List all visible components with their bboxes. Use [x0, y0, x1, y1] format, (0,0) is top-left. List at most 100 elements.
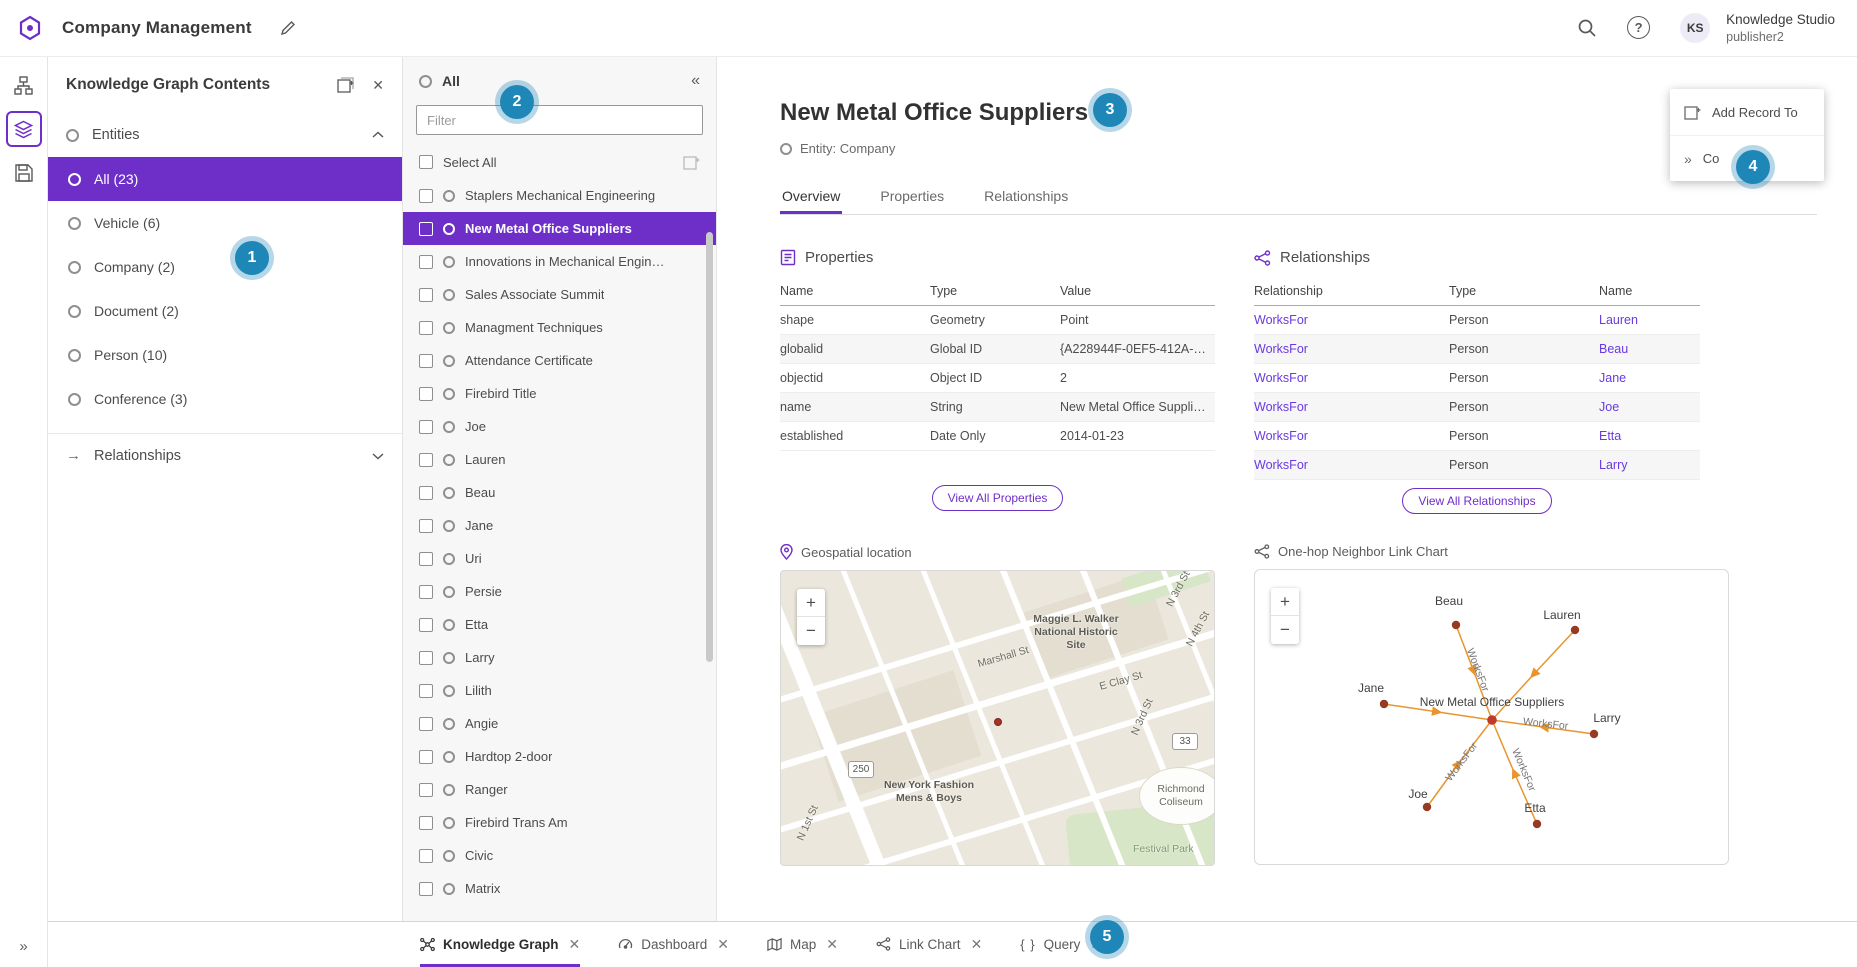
relationship-link[interactable]: WorksFor: [1254, 313, 1308, 327]
checkbox[interactable]: [419, 519, 433, 533]
select-all-row[interactable]: Select All: [403, 145, 716, 179]
filter-input[interactable]: [416, 105, 703, 135]
collapse-panel-icon[interactable]: «: [691, 72, 700, 90]
tab-query[interactable]: { } Query ✕: [1020, 922, 1102, 967]
entity-link[interactable]: Joe: [1599, 400, 1619, 414]
search-icon[interactable]: [1577, 18, 1597, 38]
scrollbar-thumb[interactable]: [706, 232, 713, 662]
entities-section-header[interactable]: Entities: [48, 113, 402, 157]
list-item[interactable]: Ranger: [403, 773, 716, 806]
checkbox[interactable]: [419, 222, 433, 236]
list-item[interactable]: Persie: [403, 575, 716, 608]
list-item[interactable]: Civic: [403, 839, 716, 872]
list-item[interactable]: Sales Associate Summit: [403, 278, 716, 311]
close-tab-icon[interactable]: ✕: [826, 936, 838, 953]
relationship-link[interactable]: WorksFor: [1254, 429, 1308, 443]
checkbox[interactable]: [419, 585, 433, 599]
entity-link[interactable]: Larry: [1599, 458, 1627, 472]
checkbox[interactable]: [419, 717, 433, 731]
checkbox[interactable]: [419, 486, 433, 500]
node-label[interactable]: Larry: [1593, 711, 1620, 725]
list-item[interactable]: Larry: [403, 641, 716, 674]
node-label[interactable]: Beau: [1435, 594, 1463, 608]
node-label[interactable]: Lauren: [1543, 608, 1580, 622]
checkbox[interactable]: [419, 618, 433, 632]
checkbox[interactable]: [419, 816, 433, 830]
list-item[interactable]: Uri: [403, 542, 716, 575]
checkbox[interactable]: [419, 684, 433, 698]
list-item[interactable]: Firebird Title: [403, 377, 716, 410]
tab-overview[interactable]: Overview: [780, 188, 842, 214]
center-node-label[interactable]: New Metal Office Suppliers: [1420, 695, 1565, 709]
checkbox[interactable]: [419, 189, 433, 203]
location-marker[interactable]: [994, 718, 1002, 726]
relationship-link[interactable]: WorksFor: [1254, 342, 1308, 356]
zoom-out-button[interactable]: −: [1271, 616, 1299, 644]
tab-knowledge-graph[interactable]: Knowledge Graph ✕: [420, 922, 580, 967]
checkbox[interactable]: [419, 387, 433, 401]
avatar[interactable]: KS: [1680, 13, 1710, 43]
list-item[interactable]: Matrix: [403, 872, 716, 905]
list-item[interactable]: Innovations in Mechanical Engin…: [403, 245, 716, 278]
relationships-section-header[interactable]: → Relationships: [48, 433, 402, 477]
entity-link[interactable]: Beau: [1599, 342, 1628, 356]
close-panel-icon[interactable]: ✕: [372, 77, 384, 94]
close-tab-icon[interactable]: ✕: [717, 936, 729, 953]
list-item[interactable]: Etta: [403, 608, 716, 641]
entity-link[interactable]: Lauren: [1599, 313, 1638, 327]
list-item[interactable]: Beau: [403, 476, 716, 509]
close-tab-icon[interactable]: ✕: [971, 936, 983, 953]
checkbox[interactable]: [419, 453, 433, 467]
new-window-icon[interactable]: [337, 77, 354, 93]
tab-map[interactable]: Map ✕: [767, 922, 838, 967]
zoom-out-button[interactable]: −: [797, 617, 825, 645]
menu-item-add-record-to[interactable]: Add Record To: [1670, 89, 1824, 135]
node-label[interactable]: Etta: [1524, 801, 1545, 815]
entity-filter-company[interactable]: Company (2): [48, 245, 402, 289]
entity-link[interactable]: Jane: [1599, 371, 1626, 385]
entity-filter-all[interactable]: All (23): [48, 157, 402, 201]
node-label[interactable]: Jane: [1358, 681, 1384, 695]
list-item[interactable]: Attendance Certificate: [403, 344, 716, 377]
list-item[interactable]: Lilith: [403, 674, 716, 707]
relationship-link[interactable]: WorksFor: [1254, 400, 1308, 414]
list-item[interactable]: Hardtop 2-door: [403, 740, 716, 773]
view-all-relationships-button[interactable]: View All Relationships: [1402, 488, 1551, 514]
entity-filter-document[interactable]: Document (2): [48, 289, 402, 333]
schema-icon[interactable]: [6, 67, 42, 103]
entity-filter-person[interactable]: Person (10): [48, 333, 402, 377]
checkbox[interactable]: [419, 255, 433, 269]
zoom-in-button[interactable]: +: [797, 589, 825, 617]
add-selection-icon[interactable]: [683, 154, 700, 170]
link-chart-canvas[interactable]: Beau Lauren Jane Larry Joe Etta New Meta…: [1254, 569, 1729, 865]
list-item[interactable]: Joe: [403, 410, 716, 443]
tab-link-chart[interactable]: Link Chart ✕: [876, 922, 982, 967]
checkbox[interactable]: [419, 288, 433, 302]
tab-dashboard[interactable]: Dashboard ✕: [618, 922, 729, 967]
app-logo-icon[interactable]: [14, 12, 46, 44]
select-all-checkbox[interactable]: [419, 155, 433, 169]
help-icon[interactable]: ?: [1627, 16, 1650, 39]
list-item[interactable]: Managment Techniques: [403, 311, 716, 344]
edit-title-icon[interactable]: [280, 20, 296, 36]
list-item[interactable]: Jane: [403, 509, 716, 542]
list-item[interactable]: Firebird Trans Am: [403, 806, 716, 839]
tab-properties[interactable]: Properties: [878, 188, 946, 214]
entity-filter-conference[interactable]: Conference (3): [48, 377, 402, 421]
close-tab-icon[interactable]: ✕: [569, 936, 581, 953]
relationship-link[interactable]: WorksFor: [1254, 458, 1308, 472]
save-icon[interactable]: [6, 155, 42, 191]
checkbox[interactable]: [419, 651, 433, 665]
expand-rail-icon[interactable]: »: [19, 938, 27, 955]
view-all-properties-button[interactable]: View All Properties: [932, 485, 1064, 511]
entity-filter-vehicle[interactable]: Vehicle (6): [48, 201, 402, 245]
checkbox[interactable]: [419, 420, 433, 434]
checkbox[interactable]: [419, 552, 433, 566]
list-item[interactable]: Lauren: [403, 443, 716, 476]
tab-relationships[interactable]: Relationships: [982, 188, 1070, 214]
relationship-link[interactable]: WorksFor: [1254, 371, 1308, 385]
node-label[interactable]: Joe: [1408, 787, 1427, 801]
checkbox[interactable]: [419, 354, 433, 368]
map-canvas[interactable]: N 3rd St N 4th St Maggie L. Walker Natio…: [780, 570, 1215, 866]
checkbox[interactable]: [419, 882, 433, 896]
